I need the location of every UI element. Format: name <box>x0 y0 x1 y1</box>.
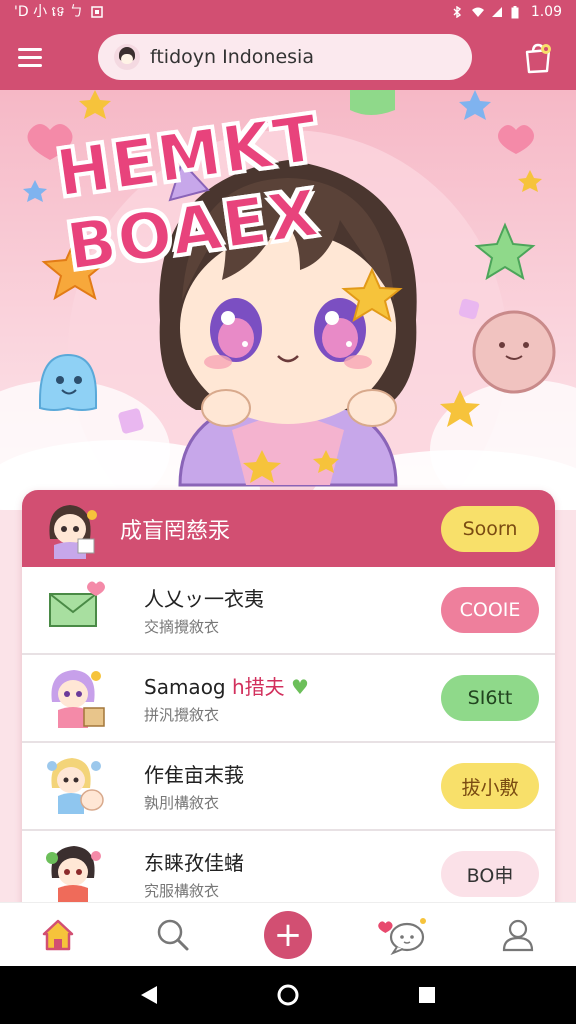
list-item-action-button[interactable]: COOIE <box>441 587 539 633</box>
list-item[interactable]: 作隹亩末莪 孰刖構敘衣 拔小敷 <box>22 743 555 831</box>
add-icon: + <box>263 910 312 959</box>
list-item-subtitle: 究服構敘衣 <box>144 882 220 900</box>
two-kids-icon <box>47 758 104 814</box>
menu-icon-line <box>18 55 42 59</box>
status-right: 1.09 <box>451 4 562 20</box>
nav-profile[interactable] <box>486 907 550 963</box>
list-item-title: 东睐孜佳蝫 <box>144 851 244 875</box>
list-item-subtitle: 孰刖構敘衣 <box>144 794 220 812</box>
back-icon <box>141 986 158 1004</box>
home-button[interactable] <box>268 975 308 1015</box>
list-item-title: 人乂ッ一衣夷 <box>144 587 264 611</box>
list-item-title-accent: h措夫 <box>231 675 285 699</box>
menu-icon-line <box>18 47 42 51</box>
list-item-subtitle: 拼汎攪敘衣 <box>144 706 220 724</box>
hero-banner: HEMKT BOAEX <box>0 90 576 510</box>
home-circle-icon <box>277 984 299 1006</box>
list-item-text: Samaog h措夫 ♥ 拼汎攪敘衣 <box>144 671 441 725</box>
card-header: 成盲罔慈汞 Soorn <box>22 490 555 567</box>
list-item-action-button[interactable]: SI6tt <box>441 675 539 721</box>
nav-home[interactable] <box>26 907 90 963</box>
battery-icon <box>511 6 523 19</box>
header-action-button[interactable]: Soorn <box>441 505 539 552</box>
search-input[interactable]: ftidoyn Indonesia <box>98 34 472 80</box>
list-item-subtitle: 交摘攪敘衣 <box>144 618 220 636</box>
bluetooth-icon <box>451 5 463 19</box>
search-avatar-icon <box>114 44 140 70</box>
shopping-bag-icon <box>525 43 551 74</box>
boy-avatar-icon <box>46 846 101 904</box>
list-item-title-prefix: Samaog <box>144 675 226 699</box>
list-item-text: 作隹亩末莪 孰刖構敘衣 <box>144 759 441 813</box>
profile-icon <box>503 919 534 951</box>
list-item-action-button[interactable]: BO申 <box>441 851 539 897</box>
list-item[interactable]: Samaog h措夫 ♥ 拼汎攪敘衣 SI6tt <box>22 655 555 743</box>
status-time: 1.09 <box>530 4 562 20</box>
system-nav-bar <box>0 966 576 1024</box>
girl-gift-icon <box>49 504 97 559</box>
nav-add[interactable]: + <box>256 907 320 963</box>
blue-ghost-sticker <box>39 353 97 411</box>
chat-icon <box>378 917 427 955</box>
bottom-nav: + <box>0 902 576 966</box>
status-bar: 'D 小 ទេ ㄅ 1.09 <box>0 0 576 24</box>
list-item-title: 作隹亩末莪 <box>144 763 244 787</box>
list-item-title: Samaog h措夫 ♥ <box>144 671 441 700</box>
status-left-text: 'D 小 ទេ ㄅ <box>14 4 84 20</box>
status-left: 'D 小 ទេ ㄅ <box>14 1 104 23</box>
signal-icon <box>491 6 503 18</box>
heart-icon: ♥ <box>291 675 309 699</box>
nav-search[interactable] <box>141 907 205 963</box>
list-item[interactable]: 人乂ッ一衣夷 交摘攪敘衣 COOIE <box>22 567 555 655</box>
search-icon <box>157 919 189 950</box>
recents-icon <box>418 987 435 1003</box>
letter-icon <box>49 581 105 627</box>
list-item[interactable]: 东睐孜佳蝫 究服構敘衣 BO申 <box>22 831 555 910</box>
list-card: 成盲罔慈汞 Soorn 人乂ッ一衣夷 交摘攪敘衣 COOIE Samaog h措… <box>22 490 555 910</box>
girl-box-icon <box>51 670 105 728</box>
back-button[interactable] <box>129 975 169 1015</box>
notification-icon <box>91 6 104 18</box>
list-item-action-button[interactable]: 拔小敷 <box>441 763 539 809</box>
recents-button[interactable] <box>407 975 447 1015</box>
menu-button[interactable] <box>18 39 54 75</box>
wifi-icon <box>471 6 484 18</box>
nav-chat[interactable] <box>371 907 435 963</box>
card-header-title: 成盲罔慈汞 <box>120 518 231 544</box>
list-item-text: 人乂ッ一衣夷 交摘攪敘衣 <box>144 583 441 637</box>
list-item-text: 东睐孜佳蝫 究服構敘衣 <box>144 847 441 901</box>
bun-sticker <box>472 310 556 394</box>
app-bar: ftidoyn Indonesia <box>0 24 576 90</box>
shopping-bag-button[interactable] <box>518 38 558 78</box>
menu-icon-line <box>18 63 42 67</box>
search-value: ftidoyn Indonesia <box>150 46 314 68</box>
home-icon <box>42 919 73 950</box>
